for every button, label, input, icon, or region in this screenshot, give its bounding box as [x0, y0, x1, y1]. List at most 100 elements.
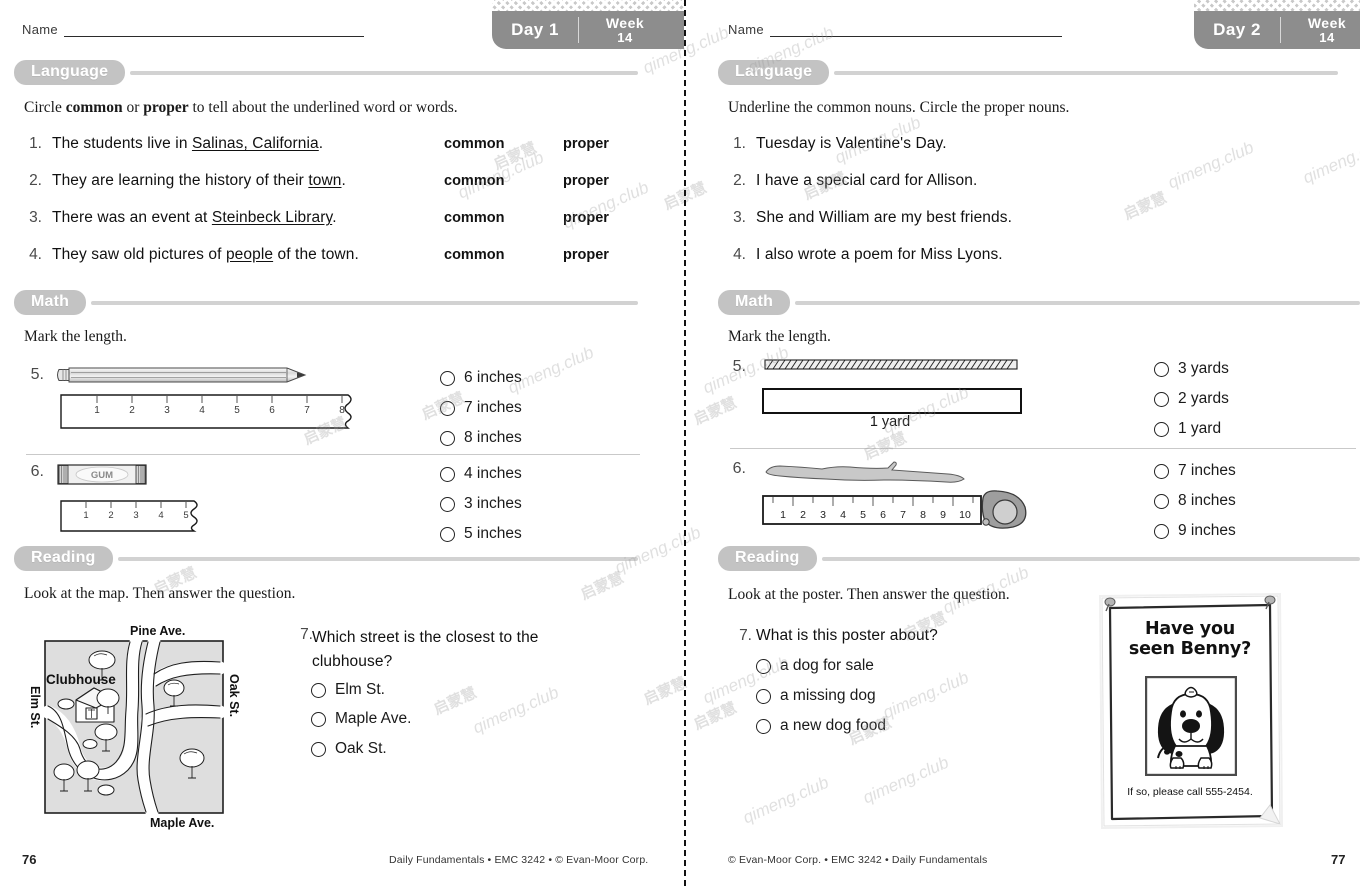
- name-input-line[interactable]: [63, 24, 364, 37]
- answer-option-common[interactable]: common: [444, 210, 504, 226]
- poster-caption: If so, please call 555-2454.: [1127, 786, 1253, 798]
- radio-bubble[interactable]: [311, 682, 326, 698]
- choice-label: 3 inches: [464, 495, 522, 512]
- problem-divider: [26, 454, 640, 455]
- name-field-row-right[interactable]: Name: [728, 22, 1062, 37]
- section-rule: [795, 300, 1360, 305]
- choice-option[interactable]: 2 yards: [1154, 390, 1229, 408]
- choice-label: Maple Ave.: [335, 710, 412, 727]
- choice-option[interactable]: 9 inches: [1154, 522, 1236, 540]
- radio-bubble[interactable]: [311, 711, 326, 727]
- ruler-tick-label: 4: [158, 510, 163, 521]
- choice-option[interactable]: 8 inches: [440, 429, 522, 447]
- radio-bubble[interactable]: [440, 526, 455, 542]
- radio-bubble[interactable]: [756, 718, 771, 734]
- tape-measure-illustration: 1 2 3 4 5 6 7 8 9 10: [762, 490, 1027, 529]
- answer-option-proper[interactable]: proper: [563, 136, 609, 152]
- choice-option[interactable]: Oak St.: [311, 740, 387, 758]
- language-instruction-right: Underline the common nouns. Circle the p…: [728, 99, 1070, 116]
- choice-label: 8 inches: [464, 429, 522, 446]
- radio-bubble[interactable]: [1154, 523, 1169, 539]
- choice-label: 8 inches: [1178, 492, 1236, 509]
- choice-option[interactable]: 5 inches: [440, 525, 522, 543]
- language-item-text[interactable]: I have a special card for Allison.: [756, 172, 977, 190]
- ruler-tick-label: 6: [269, 405, 275, 416]
- name-input-line[interactable]: [769, 24, 1062, 37]
- answer-option-common[interactable]: common: [444, 136, 504, 152]
- answer-option-proper[interactable]: proper: [563, 210, 609, 226]
- item-number: 5.: [30, 366, 44, 383]
- item-number: 3.: [733, 209, 746, 226]
- map-label-clubhouse: Clubhouse: [46, 672, 116, 687]
- language-item-text[interactable]: Tuesday is Valentine's Day.: [756, 135, 947, 153]
- choice-label: a dog for sale: [780, 657, 874, 674]
- ruler-tick-label: 8: [920, 509, 926, 521]
- item-number: 3.: [29, 209, 42, 226]
- radio-bubble[interactable]: [440, 466, 455, 482]
- choice-option[interactable]: 3 yards: [1154, 360, 1229, 378]
- week-label: Week 14: [579, 15, 671, 44]
- ruler-tick-label: 2: [108, 510, 113, 521]
- radio-bubble[interactable]: [440, 370, 455, 386]
- choice-label: 3 yards: [1178, 360, 1229, 377]
- day-label: Day 2: [1213, 20, 1261, 40]
- choice-option[interactable]: 6 inches: [440, 369, 522, 387]
- ruler-tick-label: 6: [880, 509, 886, 521]
- radio-bubble[interactable]: [1154, 361, 1169, 377]
- choice-option[interactable]: 7 inches: [1154, 462, 1236, 480]
- day-week-badge-left: Day 1 Week 14: [492, 0, 684, 49]
- radio-bubble[interactable]: [1154, 391, 1169, 407]
- section-header-math-left: Math: [14, 290, 638, 315]
- poster-headline-line2: seen Benny?: [1128, 638, 1252, 659]
- radio-bubble[interactable]: [440, 430, 455, 446]
- choice-option[interactable]: Maple Ave.: [311, 710, 411, 728]
- radio-bubble[interactable]: [440, 496, 455, 512]
- choice-option[interactable]: 4 inches: [440, 465, 522, 483]
- radio-bubble[interactable]: [1154, 493, 1169, 509]
- radio-bubble[interactable]: [311, 741, 326, 757]
- language-item-text[interactable]: She and William are my best friends.: [756, 209, 1012, 227]
- choice-option[interactable]: 8 inches: [1154, 492, 1236, 510]
- name-field-row-left[interactable]: Name: [22, 22, 364, 37]
- week-label: Week 14: [1281, 15, 1360, 44]
- ruler-5-inch: 1 2 3 4 5: [60, 500, 198, 532]
- choice-option[interactable]: a new dog food: [756, 717, 886, 735]
- choice-option[interactable]: 7 inches: [440, 399, 522, 417]
- choice-option[interactable]: a dog for sale: [756, 657, 874, 675]
- ruler-tick-label: 8: [339, 405, 345, 416]
- page-number-left: 76: [22, 852, 37, 867]
- answer-option-proper[interactable]: proper: [563, 173, 609, 189]
- choice-option[interactable]: 3 inches: [440, 495, 522, 513]
- radio-bubble[interactable]: [1154, 463, 1169, 479]
- map-label-elm-st: Elm St.: [28, 686, 42, 729]
- answer-option-common[interactable]: common: [444, 247, 504, 263]
- choice-option[interactable]: 1 yard: [1154, 420, 1221, 438]
- ruler-tick-label: 5: [234, 405, 240, 416]
- answer-option-proper[interactable]: proper: [563, 247, 609, 263]
- choice-label: 7 inches: [464, 399, 522, 416]
- choice-option[interactable]: Elm St.: [311, 681, 385, 699]
- worksheet-page-left: Day 1 Week 14 Name Language Circle commo…: [0, 0, 684, 886]
- poster-headline-line1: Have you: [1144, 619, 1236, 639]
- missing-dog-poster: Have you seen Benny? If so, please call …: [1094, 592, 1286, 830]
- choice-label: a missing dog: [780, 687, 876, 704]
- section-header-reading-left: Reading: [14, 546, 638, 571]
- section-pill-label: Math: [718, 290, 791, 315]
- ruler-tick-label: 1: [780, 509, 786, 521]
- radio-bubble[interactable]: [756, 658, 771, 674]
- choice-option[interactable]: a missing dog: [756, 687, 876, 705]
- radio-bubble[interactable]: [1154, 421, 1169, 437]
- gum-label: GUM: [91, 470, 113, 481]
- ruler-8-inch: 1 2 3 4 5 6 7 8: [60, 394, 352, 429]
- section-header-reading-right: Reading: [718, 546, 1360, 571]
- item-number: 1.: [733, 135, 746, 152]
- name-label: Name: [22, 22, 58, 37]
- ruler-tick-label: 3: [820, 509, 826, 521]
- answer-option-common[interactable]: common: [444, 173, 504, 189]
- radio-bubble[interactable]: [756, 688, 771, 704]
- ruler-tick-label: 4: [199, 405, 205, 416]
- choice-label: Oak St.: [335, 740, 387, 757]
- radio-bubble[interactable]: [440, 400, 455, 416]
- language-item-text[interactable]: I also wrote a poem for Miss Lyons.: [756, 246, 1003, 264]
- ruler-tick-label: 3: [133, 510, 138, 521]
